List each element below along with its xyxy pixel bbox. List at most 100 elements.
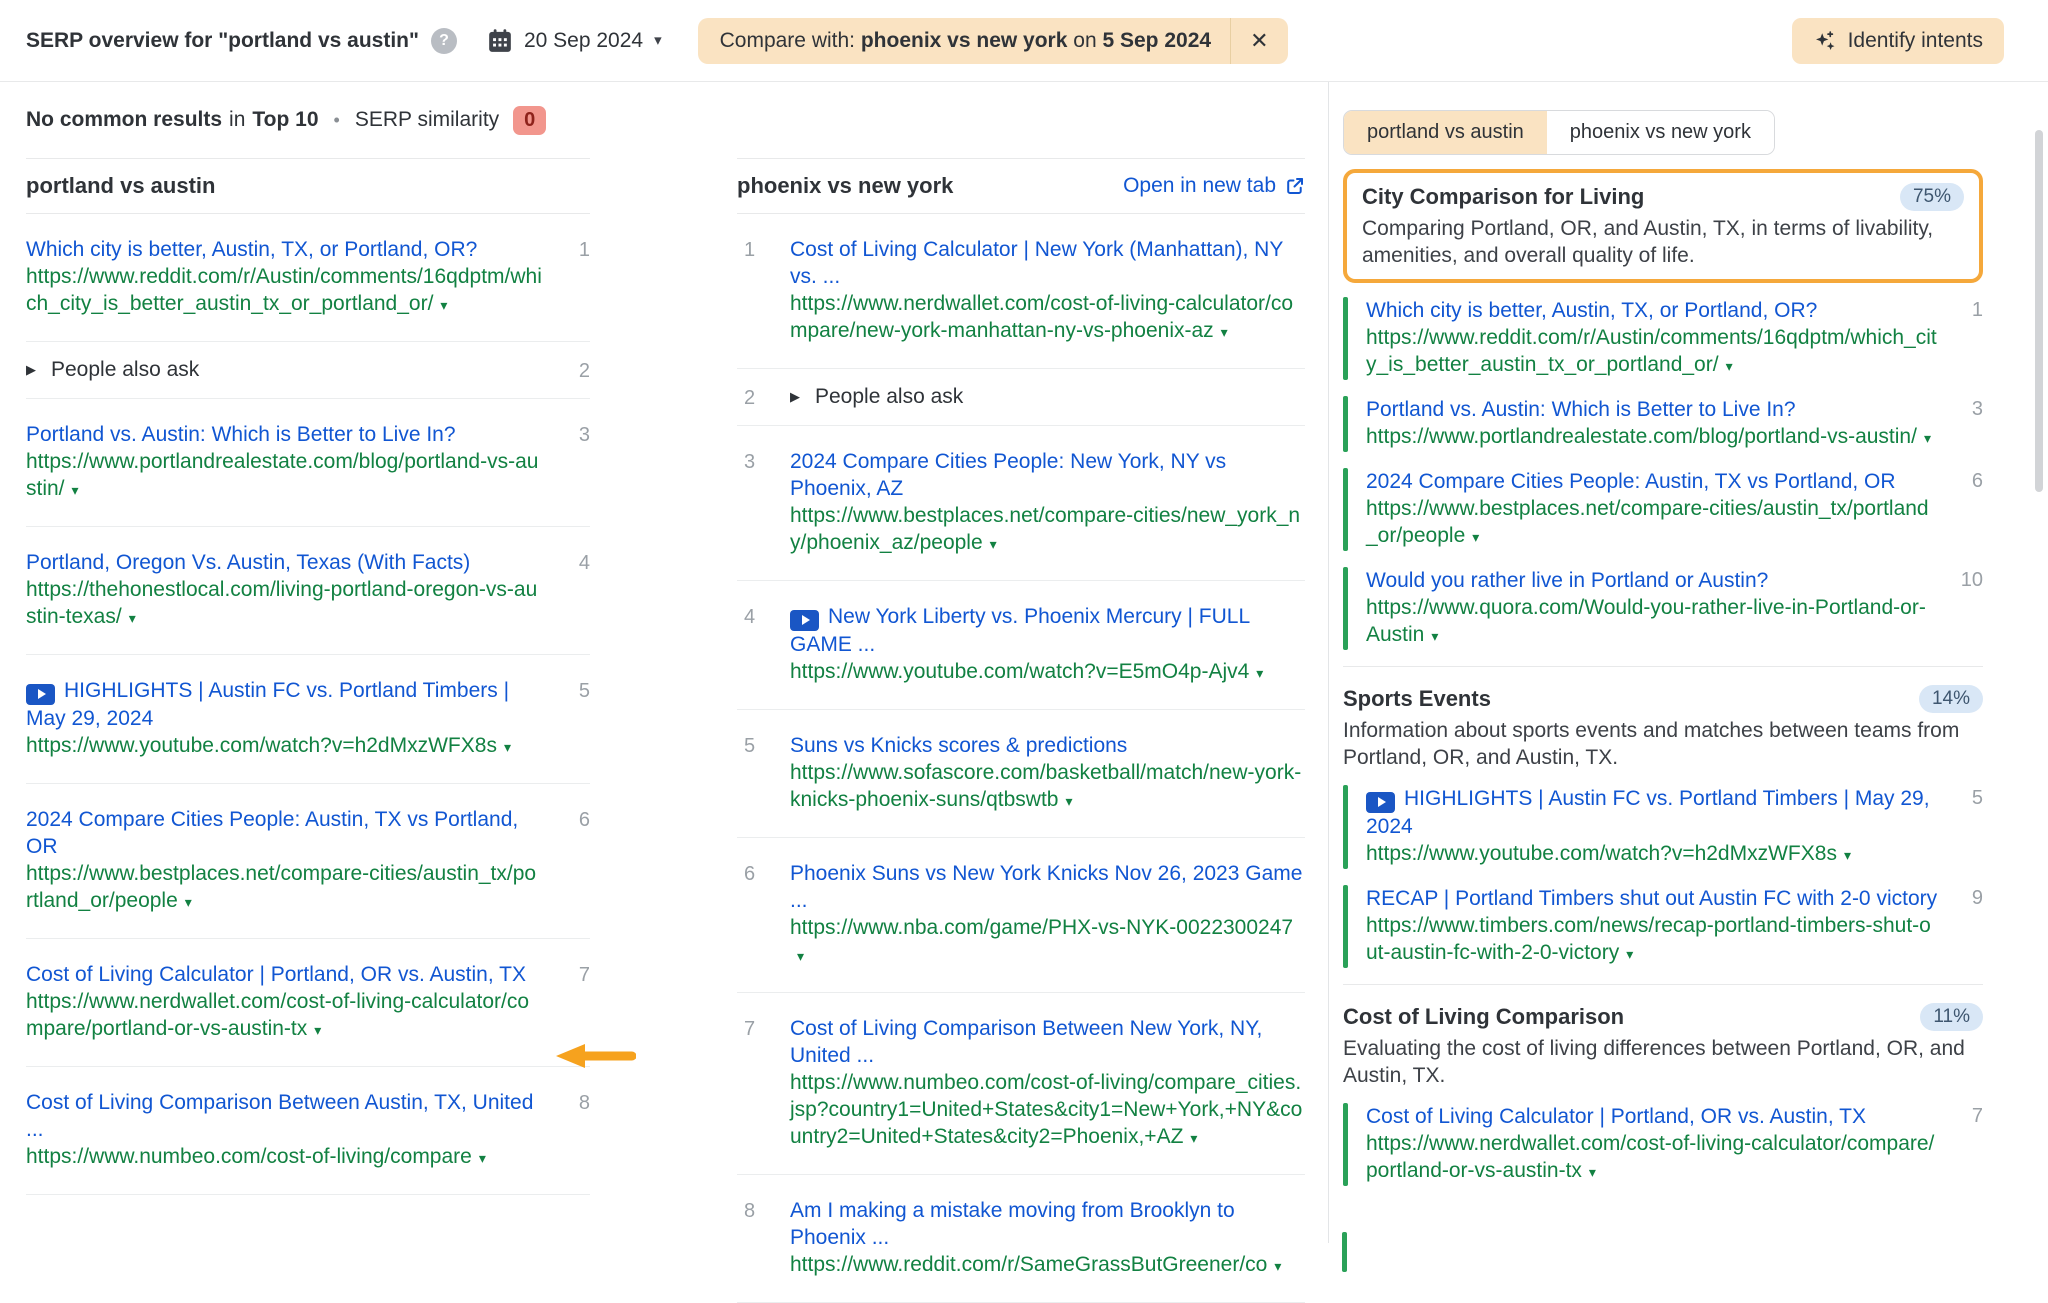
serp-result-row: 8 Am I making a mistake moving from Broo… (737, 1175, 1305, 1303)
result-url[interactable]: https://www.reddit.com/r/SameGrassButGre… (790, 1251, 1305, 1280)
intent-section-description: Evaluating the cost of living difference… (1343, 1035, 1983, 1089)
serp-result-row: 5 HIGHLIGHTS | Austin FC vs. Portland Ti… (26, 655, 590, 784)
result-url[interactable]: https://www.bestplaces.net/compare-citie… (790, 502, 1305, 558)
serp-result-row: 3 2024 Compare Cities People: New York, … (737, 426, 1305, 581)
result-title-link[interactable]: HIGHLIGHTS | Austin FC vs. Portland Timb… (1366, 785, 1939, 840)
result-url[interactable]: https://www.nerdwallet.com/cost-of-livin… (1366, 1130, 1939, 1186)
intent-items-list: Which city is better, Austin, TX, or Por… (1343, 297, 1983, 650)
url-dropdown-caret[interactable]: ▾ (1221, 324, 1228, 340)
result-url[interactable]: https://www.youtube.com/watch?v=h2dMxzWF… (1366, 840, 1939, 869)
result-url[interactable]: https://www.reddit.com/r/Austin/comments… (1366, 324, 1939, 380)
result-title-link[interactable]: RECAP | Portland Timbers shut out Austin… (1366, 885, 1939, 912)
result-url[interactable]: https://www.bestplaces.net/compare-citie… (1366, 495, 1939, 551)
intent-section-title: City Comparison for Living (1362, 183, 1888, 211)
result-title-link[interactable]: Which city is better, Austin, TX, or Por… (1366, 297, 1939, 324)
result-title-link[interactable]: 2024 Compare Cities People: New York, NY… (790, 448, 1305, 502)
result-title-link[interactable]: Portland, Oregon Vs. Austin, Texas (With… (26, 549, 542, 576)
result-title-link[interactable]: Am I making a mistake moving from Brookl… (790, 1197, 1305, 1251)
url-dropdown-caret[interactable]: ▾ (990, 536, 997, 552)
result-url[interactable]: https://www.nba.com/game/PHX-vs-NYK-0022… (790, 914, 1305, 970)
intent-green-bar (1343, 297, 1348, 380)
result-url[interactable]: https://www.nerdwallet.com/cost-of-livin… (26, 988, 542, 1044)
serp-column-portland-vs-austin: No common results in Top 10 • SERP simil… (26, 82, 590, 1195)
result-title-link[interactable]: Portland vs. Austin: Which is Better to … (1366, 396, 1939, 423)
url-dropdown-caret[interactable]: ▾ (72, 482, 79, 498)
intent-percentage-badge: 75% (1900, 183, 1964, 211)
calendar-icon (487, 28, 513, 54)
url-dropdown-caret[interactable]: ▾ (440, 297, 447, 313)
help-icon[interactable]: ? (431, 28, 457, 54)
tab-phoenix-vs-new-york[interactable]: phoenix vs new york (1547, 111, 1774, 154)
result-title-link[interactable]: Which city is better, Austin, TX, or Por… (26, 236, 542, 263)
people-also-ask-toggle[interactable]: ▶ People also ask (790, 384, 1305, 410)
result-url[interactable]: https://www.numbeo.com/cost-of-living/co… (790, 1069, 1305, 1152)
people-also-ask-toggle[interactable]: ▶ People also ask (26, 357, 542, 383)
date-picker[interactable]: 20 Sep 2024 ▾ (487, 28, 662, 54)
result-body: New York Liberty vs. Phoenix Mercury | F… (790, 603, 1305, 687)
panel-scrollbar[interactable] (2035, 130, 2043, 492)
serp-result-row: 3 Portland vs. Austin: Which is Better t… (26, 399, 590, 527)
serp-result-row: 8 Cost of Living Comparison Between Aust… (26, 1067, 590, 1195)
result-title-link[interactable]: Suns vs Knicks scores & predictions (790, 732, 1305, 759)
result-url[interactable]: https://www.portlandrealestate.com/blog/… (1366, 423, 1939, 452)
result-url[interactable]: https://www.timbers.com/news/recap-portl… (1366, 912, 1939, 968)
intent-sections-list: City Comparison for Living 75% Comparing… (1343, 169, 1983, 1186)
tab-portland-vs-austin[interactable]: portland vs austin (1344, 111, 1547, 154)
result-url[interactable]: https://www.nerdwallet.com/cost-of-livin… (790, 290, 1305, 346)
result-url[interactable]: https://www.quora.com/Would-you-rather-l… (1366, 594, 1939, 650)
result-body: Am I making a mistake moving from Brookl… (790, 1197, 1305, 1280)
identify-intents-button[interactable]: Identify intents (1792, 18, 2004, 64)
url-dropdown-caret[interactable]: ▾ (1626, 946, 1633, 962)
url-dropdown-caret[interactable]: ▾ (1274, 1258, 1281, 1274)
url-dropdown-caret[interactable]: ▾ (185, 894, 192, 910)
topbar: SERP overview for "portland vs austin" ?… (0, 0, 2048, 82)
result-url[interactable]: https://www.numbeo.com/cost-of-living/co… (26, 1143, 542, 1172)
intent-section-title: Sports Events (1343, 685, 1907, 713)
url-dropdown-caret[interactable]: ▾ (1256, 665, 1263, 681)
url-dropdown-caret[interactable]: ▾ (797, 948, 804, 964)
url-dropdown-caret[interactable]: ▾ (1589, 1164, 1596, 1180)
url-dropdown-caret[interactable]: ▾ (504, 739, 511, 755)
result-title-link[interactable]: Cost of Living Calculator | Portland, OR… (26, 961, 542, 988)
url-dropdown-caret[interactable]: ▾ (1431, 628, 1438, 644)
url-dropdown-caret[interactable]: ▾ (1924, 430, 1931, 446)
expand-arrow-icon: ▶ (790, 389, 800, 405)
url-dropdown-caret[interactable]: ▾ (1065, 793, 1072, 809)
url-dropdown-caret[interactable]: ▾ (1472, 529, 1479, 545)
url-dropdown-caret[interactable]: ▾ (314, 1022, 321, 1038)
open-in-new-tab-link[interactable]: Open in new tab (1123, 174, 1305, 198)
result-title-link[interactable]: Phoenix Suns vs New York Knicks Nov 26, … (790, 860, 1305, 914)
result-title-link[interactable]: New York Liberty vs. Phoenix Mercury | F… (790, 603, 1305, 658)
result-title-link[interactable]: Cost of Living Comparison Between Austin… (26, 1089, 542, 1143)
intent-section-description: Comparing Portland, OR, and Austin, TX, … (1362, 215, 1964, 269)
url-dropdown-caret[interactable]: ▾ (129, 610, 136, 626)
url-dropdown-caret[interactable]: ▾ (1726, 358, 1733, 374)
url-dropdown-caret[interactable]: ▾ (1190, 1130, 1197, 1146)
intent-section-card: Sports Events 14% Information about spor… (1343, 685, 1983, 771)
result-url[interactable]: https://www.bestplaces.net/compare-citie… (26, 860, 542, 916)
result-title-link[interactable]: Would you rather live in Portland or Aus… (1366, 567, 1939, 594)
intent-item-body: Cost of Living Calculator | Portland, OR… (1366, 1103, 1939, 1186)
serp-result-row: 5 Suns vs Knicks scores & predictions ht… (737, 710, 1305, 838)
result-rank: 3 (542, 421, 590, 504)
result-body: Portland vs. Austin: Which is Better to … (26, 421, 542, 504)
result-url[interactable]: https://www.youtube.com/watch?v=E5mO4p-A… (790, 658, 1305, 687)
result-rank: 8 (737, 1197, 790, 1280)
close-icon[interactable]: ✕ (1230, 18, 1287, 64)
result-title-link[interactable]: HIGHLIGHTS | Austin FC vs. Portland Timb… (26, 677, 542, 732)
url-dropdown-caret[interactable]: ▾ (1844, 847, 1851, 863)
result-rank: 6 (1939, 468, 1983, 551)
result-url[interactable]: https://www.youtube.com/watch?v=h2dMxzWF… (26, 732, 542, 761)
url-dropdown-caret[interactable]: ▾ (479, 1150, 486, 1166)
result-title-link[interactable]: Cost of Living Comparison Between New Yo… (790, 1015, 1305, 1069)
result-title-link[interactable]: Cost of Living Calculator | Portland, OR… (1366, 1103, 1939, 1130)
result-url[interactable]: https://www.sofascore.com/basketball/mat… (790, 759, 1305, 815)
result-title-link[interactable]: Portland vs. Austin: Which is Better to … (26, 421, 542, 448)
result-title-link[interactable]: 2024 Compare Cities People: Austin, TX v… (26, 806, 542, 860)
result-url[interactable]: https://www.reddit.com/r/Austin/comments… (26, 263, 542, 319)
result-title-link[interactable]: 2024 Compare Cities People: Austin, TX v… (1366, 468, 1939, 495)
result-url[interactable]: https://thehonestlocal.com/living-portla… (26, 576, 542, 632)
result-rank: 5 (737, 732, 790, 815)
result-url[interactable]: https://www.portlandrealestate.com/blog/… (26, 448, 542, 504)
result-title-link[interactable]: Cost of Living Calculator | New York (Ma… (790, 236, 1305, 290)
